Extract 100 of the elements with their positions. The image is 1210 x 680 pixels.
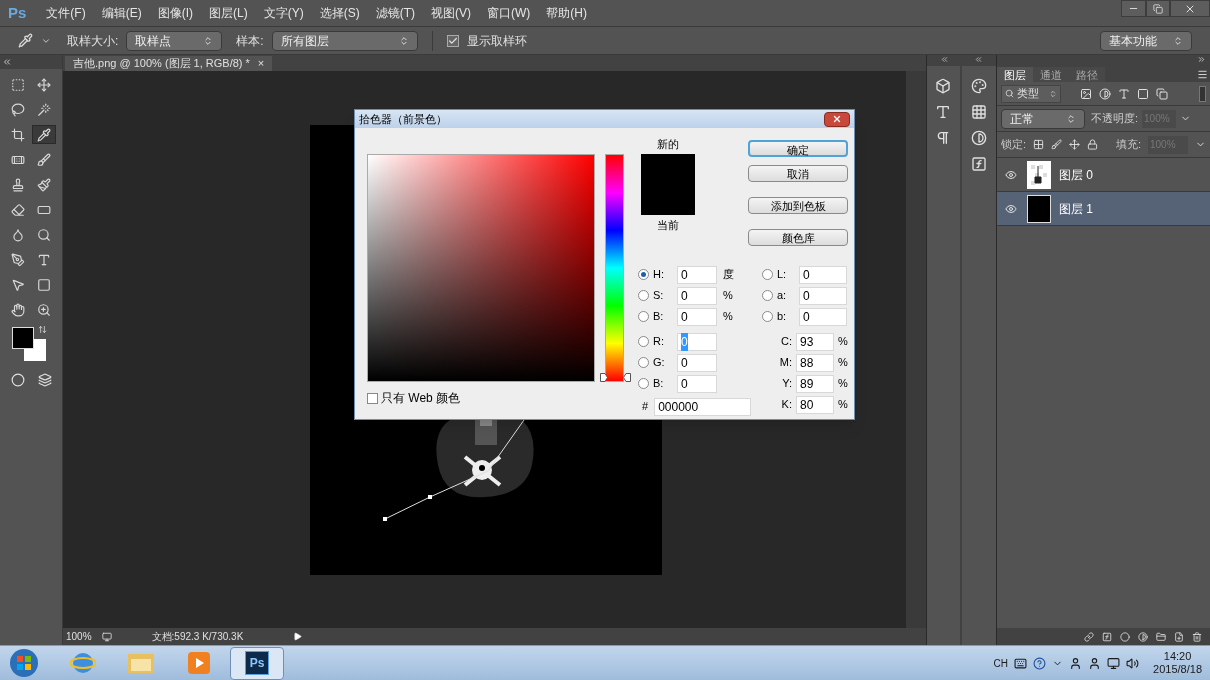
input-field[interactable]: 80 <box>796 395 834 414</box>
checkbox[interactable] <box>446 34 459 47</box>
input-field[interactable]: 88 <box>796 353 834 372</box>
input-field[interactable]: 0 <box>677 265 717 284</box>
eyedropper-icon[interactable] <box>18 33 33 48</box>
start-button[interactable] <box>8 647 40 679</box>
new-layer-icon[interactable] <box>1174 631 1184 642</box>
link-icon[interactable] <box>1084 631 1094 642</box>
keyboard-icon[interactable] <box>1014 656 1028 670</box>
lock-position-icon[interactable] <box>1069 139 1081 150</box>
clock[interactable]: 14:20 2015/8/18 <box>1153 650 1202 676</box>
swap-icon[interactable] <box>38 325 47 334</box>
blend-mode-dropdown[interactable]: 正常 <box>1001 108 1085 129</box>
input-field[interactable]: 0 <box>677 374 717 393</box>
radio-button[interactable] <box>638 357 649 368</box>
panel-tab[interactable]: 通道 <box>1033 67 1069 82</box>
expand-icon[interactable] <box>1197 55 1206 64</box>
input-field[interactable]: 0 <box>677 286 717 305</box>
mask-icon[interactable] <box>1120 631 1130 642</box>
menu-item[interactable]: 编辑(E) <box>101 4 142 22</box>
play-icon[interactable] <box>293 632 303 641</box>
panel-tab[interactable]: 图层 <box>997 67 1033 82</box>
language-indicator[interactable]: CH <box>993 655 1009 671</box>
lock-pixels-icon[interactable] <box>1033 139 1045 150</box>
smart-object-filter-icon[interactable] <box>1156 87 1168 100</box>
sample-dropdown[interactable]: 所有图层 <box>271 30 418 51</box>
hue-slider[interactable] <box>600 154 628 382</box>
lock-icon[interactable] <box>1087 139 1099 150</box>
palette-icon[interactable] <box>970 78 987 94</box>
dialog-button[interactable]: 取消 <box>748 165 848 182</box>
menu-item[interactable]: 视图(V) <box>431 4 471 22</box>
radio-button[interactable] <box>638 269 649 280</box>
hue-slider-thumb[interactable] <box>600 373 631 382</box>
checkbox[interactable] <box>367 392 378 404</box>
swatches-icon[interactable] <box>970 104 987 120</box>
menu-item[interactable]: 文件(F) <box>46 4 86 22</box>
input-field[interactable]: 0 <box>799 265 847 284</box>
status-icon[interactable] <box>101 631 112 642</box>
scrollbar[interactable] <box>906 71 926 628</box>
3d-icon[interactable] <box>935 78 952 94</box>
filter-dropdown[interactable]: 类型 <box>1001 84 1061 103</box>
adjustment-filter-icon[interactable] <box>1099 87 1111 100</box>
lock-paint-icon[interactable] <box>1051 139 1063 150</box>
dialog-button[interactable]: 添加到色板 <box>748 197 848 214</box>
shape-filter-icon[interactable] <box>1137 87 1149 100</box>
fx-icon[interactable] <box>1102 631 1112 642</box>
network-icon[interactable] <box>1107 656 1121 670</box>
visibility-icon[interactable] <box>1005 168 1017 181</box>
filter-toggle[interactable] <box>1199 85 1206 102</box>
input-field[interactable]: 000000 <box>654 397 752 416</box>
radio-button[interactable] <box>638 336 649 347</box>
menu-item[interactable]: 图层(L) <box>209 4 248 22</box>
restore-button[interactable] <box>1146 0 1170 17</box>
screen-mode-icon[interactable] <box>37 373 52 387</box>
radio-button[interactable] <box>638 311 649 322</box>
menu-item[interactable]: 文字(Y) <box>263 4 304 22</box>
input-field[interactable]: 0 <box>677 353 717 372</box>
radio-button[interactable] <box>762 311 773 322</box>
taskbar-app[interactable]: Ps <box>230 646 284 680</box>
radio-button[interactable] <box>638 290 649 301</box>
folder-icon[interactable] <box>1156 631 1166 642</box>
quick-mask-icon[interactable] <box>10 373 25 387</box>
dialog-button[interactable]: 确定 <box>748 140 848 157</box>
color-field[interactable] <box>367 154 595 382</box>
adjustment-icon[interactable] <box>1138 631 1148 642</box>
trash-icon[interactable] <box>1192 631 1202 642</box>
input-field[interactable]: 0 <box>677 307 717 326</box>
color-swatches[interactable] <box>12 327 48 363</box>
volume-icon[interactable] <box>1126 656 1140 670</box>
input-field[interactable]: 89 <box>796 374 834 393</box>
document-tab[interactable]: 吉他.png @ 100% (图层 1, RGB/8) * × <box>65 56 273 71</box>
character-icon[interactable] <box>935 104 952 120</box>
collapse-icon[interactable] <box>974 55 984 64</box>
user-icon[interactable] <box>1069 656 1083 670</box>
radio-button[interactable] <box>762 269 773 280</box>
input-field[interactable]: 93 <box>796 332 834 351</box>
dialog-button[interactable]: 颜色库 <box>748 229 848 246</box>
layer-row[interactable]: 图层 1 <box>997 192 1210 226</box>
input-field[interactable]: 0 <box>799 307 847 326</box>
radio-button[interactable] <box>762 290 773 301</box>
eyedropper-tool[interactable] <box>32 125 56 144</box>
collapse-icon[interactable] <box>939 55 949 64</box>
image-filter-icon[interactable] <box>1080 87 1092 100</box>
radio-button[interactable] <box>638 378 649 389</box>
input-field[interactable]: 0 <box>799 286 847 305</box>
help-icon[interactable] <box>1033 656 1047 670</box>
menu-item[interactable]: 图像(I) <box>157 4 193 22</box>
panel-tab[interactable]: 路径 <box>1069 67 1105 82</box>
panel-menu-icon[interactable] <box>1197 69 1208 80</box>
sample-size-dropdown[interactable]: 取样点 <box>126 30 223 51</box>
collapse-icon[interactable] <box>2 57 12 67</box>
menu-item[interactable]: 选择(S) <box>319 4 360 22</box>
visibility-icon[interactable] <box>1005 202 1017 215</box>
menu-item[interactable]: 滤镜(T) <box>375 4 415 22</box>
menu-item[interactable]: 窗口(W) <box>487 4 531 22</box>
workspace-dropdown[interactable]: 基本功能 <box>1100 30 1192 51</box>
styles-icon[interactable] <box>970 156 987 172</box>
type-filter-icon[interactable] <box>1118 87 1130 100</box>
adjustments-icon[interactable] <box>970 130 987 146</box>
close-button[interactable] <box>824 111 850 127</box>
